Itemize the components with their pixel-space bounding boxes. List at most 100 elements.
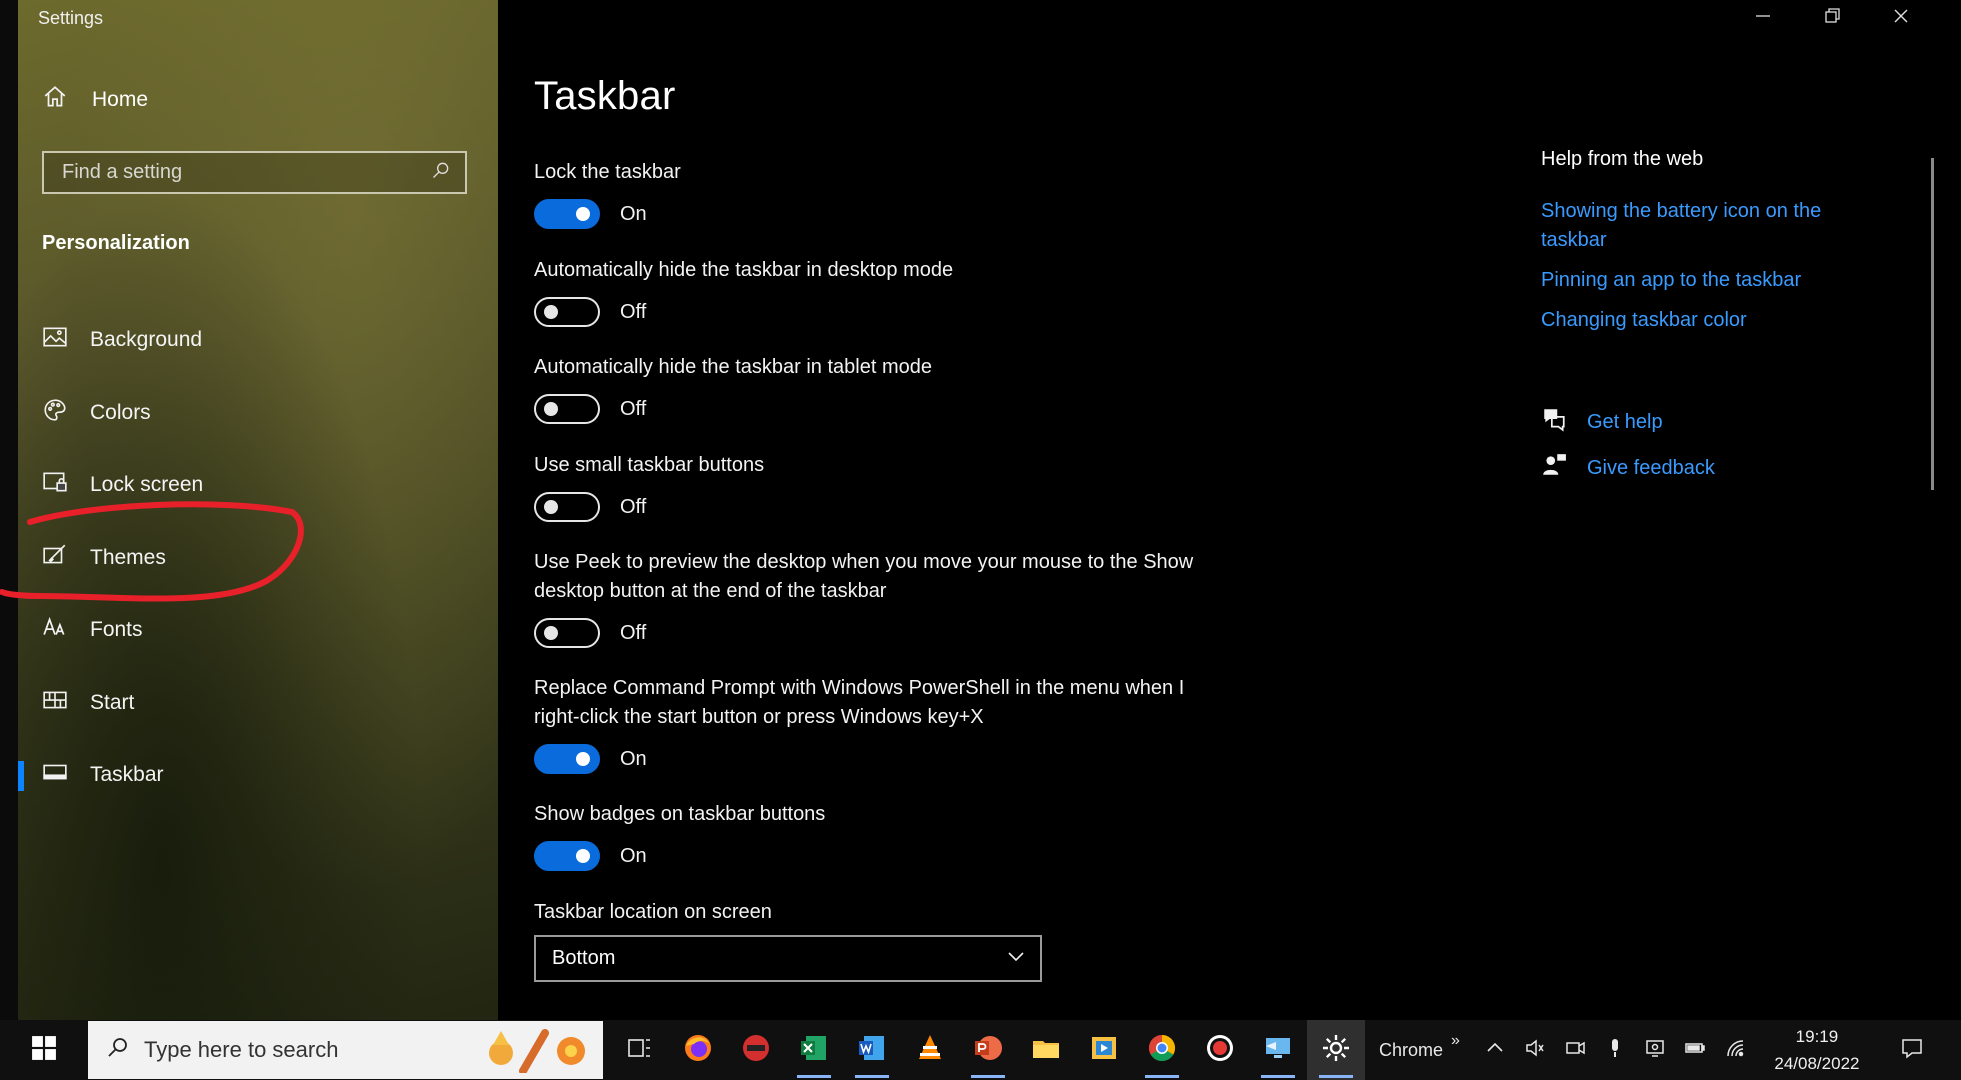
sidebar-item-themes[interactable]: Themes — [18, 522, 498, 595]
find-setting-box[interactable] — [42, 151, 467, 194]
setting-label: Automatically hide the taskbar in tablet… — [534, 356, 932, 378]
word-icon — [856, 1032, 888, 1069]
help-link-color[interactable]: Changing taskbar color — [1541, 306, 1747, 335]
give-feedback-label: Give feedback — [1587, 456, 1715, 479]
small-buttons-toggle[interactable] — [534, 492, 600, 522]
help-link-pinning[interactable]: Pinning an app to the taskbar — [1541, 266, 1801, 295]
taskbar-location-dropdown[interactable]: Bottom — [534, 935, 1042, 982]
chrome-icon — [1146, 1032, 1178, 1069]
peek-toggle[interactable] — [534, 618, 600, 648]
task-view-button[interactable] — [611, 1020, 669, 1080]
left-edge — [0, 0, 18, 1020]
chevron-down-icon — [1006, 946, 1026, 972]
settings-app[interactable] — [1307, 1020, 1365, 1080]
sidebar-item-background[interactable]: Background — [18, 304, 498, 377]
record-app[interactable] — [727, 1020, 785, 1080]
vlc-icon — [914, 1032, 946, 1069]
toolbar-overflow[interactable]: » — [1451, 1032, 1460, 1050]
media-app[interactable] — [1075, 1020, 1133, 1080]
system-tray — [1478, 1020, 1752, 1080]
home-nav-item[interactable]: Home — [42, 84, 148, 116]
firefox-app[interactable] — [669, 1020, 727, 1080]
display-settings-icon — [1644, 1037, 1666, 1064]
battery-icon — [1684, 1037, 1706, 1064]
setting-peek: Use Peek to preview the desktop when you… — [534, 548, 1214, 648]
taskbar-icon — [42, 759, 68, 791]
find-setting-input[interactable] — [60, 160, 424, 185]
picture-icon — [42, 324, 68, 356]
file-explorer-app[interactable] — [1017, 1020, 1075, 1080]
give-feedback-link[interactable]: Give feedback — [1541, 452, 1715, 484]
setting-label: Automatically hide the taskbar in deskto… — [534, 259, 954, 281]
minimize-button[interactable] — [1733, 2, 1793, 34]
taskbar-clock[interactable]: 19:19 24/08/2022 — [1762, 1023, 1872, 1077]
help-link-battery[interactable]: Showing the battery icon on the taskbar — [1541, 197, 1861, 255]
powershell-toggle[interactable] — [534, 744, 600, 774]
powerpoint-app[interactable] — [959, 1020, 1017, 1080]
media-icon — [1088, 1032, 1120, 1069]
lock-taskbar-toggle[interactable] — [534, 199, 600, 229]
volume-button[interactable] — [1518, 1020, 1552, 1080]
toggle-state: Off — [620, 495, 647, 518]
setting-location: Taskbar location on screen Bottom — [534, 898, 1254, 982]
windows-taskbar: Type here to search Chrome » 19:19 24/08… — [0, 1020, 1961, 1080]
hide-tablet-toggle[interactable] — [534, 394, 600, 424]
setting-label: Show badges on taskbar buttons — [534, 803, 826, 825]
setting-label: Use Peek to preview the desktop when you… — [534, 551, 1194, 602]
action-center-button[interactable] — [1892, 1036, 1932, 1065]
settings-gear-icon — [1320, 1032, 1352, 1069]
feedback-icon — [1541, 452, 1567, 484]
excel-app[interactable] — [785, 1020, 843, 1080]
sidebar-item-label: Colors — [90, 400, 151, 424]
font-icon — [42, 614, 68, 646]
sidebar-item-label: Taskbar — [90, 763, 164, 787]
excel-icon — [798, 1032, 830, 1069]
recorder-app[interactable] — [1191, 1020, 1249, 1080]
battery-button[interactable] — [1678, 1020, 1712, 1080]
setting-small-buttons: Use small taskbar buttons Off — [534, 451, 1254, 522]
vertical-scrollbar[interactable] — [1931, 158, 1934, 490]
sidebar-item-colors[interactable]: Colors — [18, 377, 498, 450]
camera-icon — [1564, 1037, 1586, 1064]
sidebar-item-label: Fonts — [90, 618, 143, 642]
hide-desktop-toggle[interactable] — [534, 297, 600, 327]
toggle-state: Off — [620, 621, 647, 644]
setting-hide-desktop: Automatically hide the taskbar in deskto… — [534, 256, 1254, 327]
setting-label: Use small taskbar buttons — [534, 454, 765, 476]
display-button[interactable] — [1638, 1020, 1672, 1080]
clock-date: 24/08/2022 — [1774, 1054, 1860, 1073]
show-hidden-icons-button[interactable] — [1478, 1020, 1512, 1080]
toolbar-label[interactable]: Chrome — [1379, 1040, 1443, 1061]
word-app[interactable] — [843, 1020, 901, 1080]
sidebar-item-taskbar[interactable]: Taskbar — [18, 739, 498, 812]
close-button[interactable] — [1871, 2, 1931, 34]
microphone-button[interactable] — [1598, 1020, 1632, 1080]
powerpoint-icon — [972, 1032, 1004, 1069]
lock-screen-icon — [42, 469, 68, 501]
sidebar-item-start[interactable]: Start — [18, 667, 498, 740]
wifi-button[interactable] — [1718, 1020, 1752, 1080]
remote-desktop-app[interactable] — [1249, 1020, 1307, 1080]
search-highlight-art-icon — [489, 1029, 585, 1073]
vlc-app[interactable] — [901, 1020, 959, 1080]
toggle-state: Off — [620, 397, 647, 420]
get-help-link[interactable]: Get help — [1541, 406, 1663, 438]
sidebar-item-lock-screen[interactable]: Lock screen — [18, 449, 498, 522]
sidebar-item-label: Themes — [90, 545, 166, 569]
page-title: Taskbar — [534, 74, 676, 118]
chrome-app[interactable] — [1133, 1020, 1191, 1080]
recorder-icon — [1204, 1032, 1236, 1069]
file-explorer-icon — [1030, 1032, 1062, 1069]
home-icon — [42, 84, 68, 116]
badges-toggle[interactable] — [534, 841, 600, 871]
help-title: Help from the web — [1541, 148, 1704, 170]
camera-button[interactable] — [1558, 1020, 1592, 1080]
restore-button[interactable] — [1802, 2, 1862, 34]
taskbar-search-box[interactable]: Type here to search — [88, 1021, 603, 1079]
search-icon[interactable] — [431, 160, 451, 185]
section-heading: Personalization — [42, 232, 190, 254]
start-button[interactable] — [0, 1020, 88, 1080]
brush-icon — [42, 542, 68, 574]
sidebar-item-fonts[interactable]: Fonts — [18, 594, 498, 667]
microphone-icon — [1604, 1037, 1626, 1064]
